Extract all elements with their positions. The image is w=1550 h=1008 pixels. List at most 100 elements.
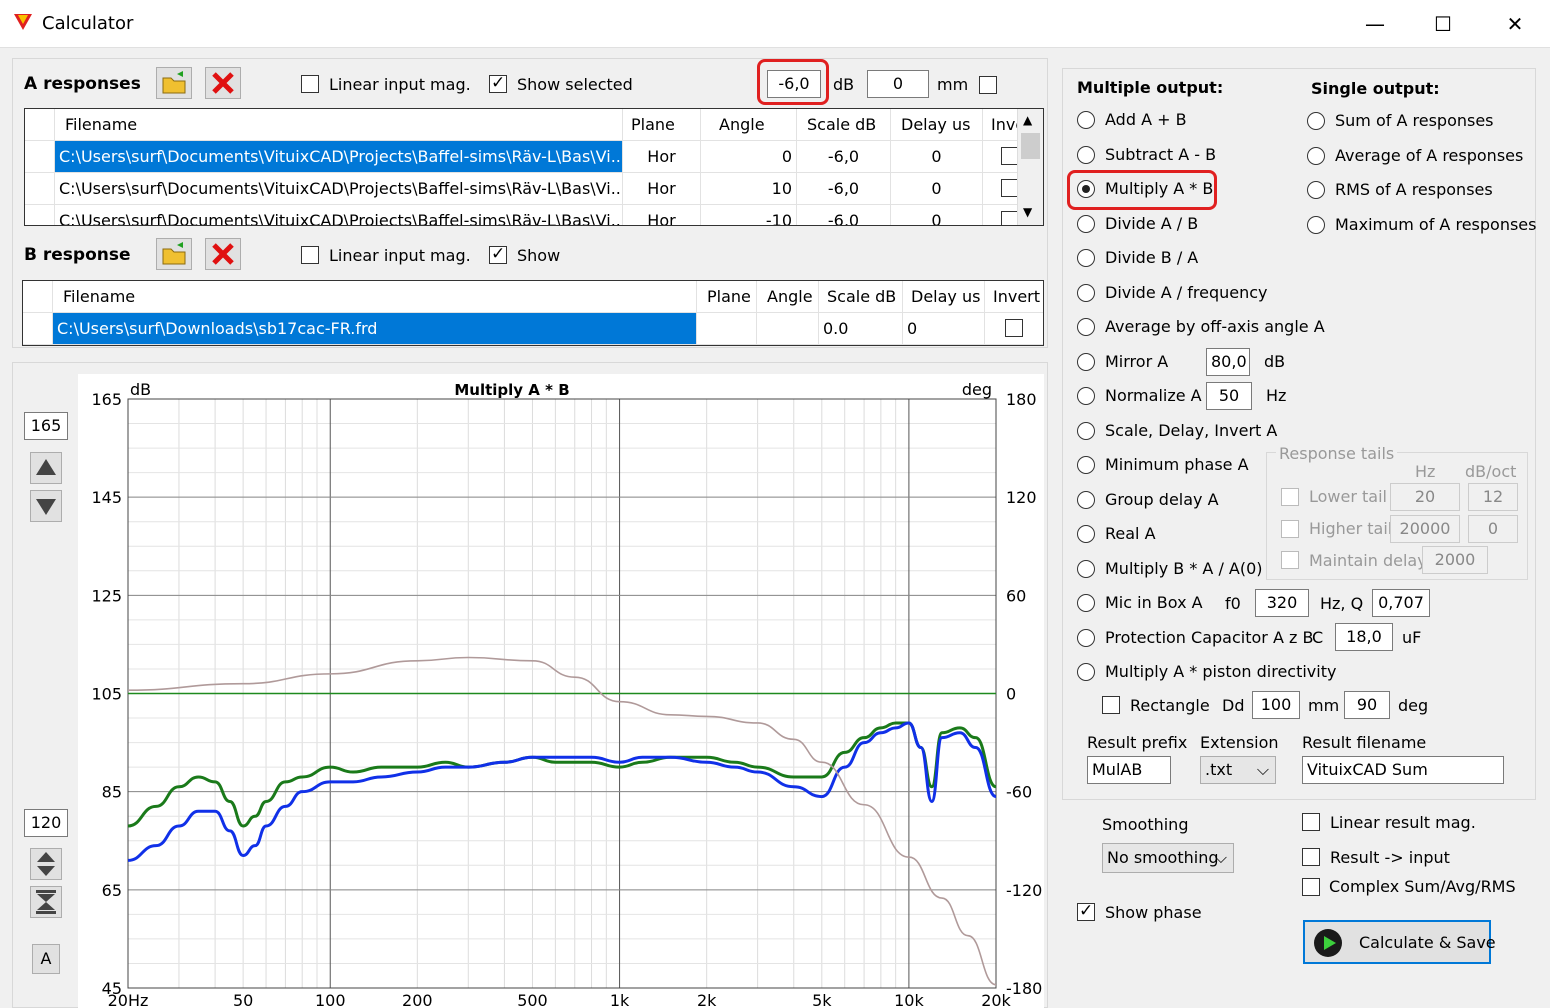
table-row-scale[interactable]: -6,0 bbox=[797, 141, 891, 173]
radio-mic-in-box-a[interactable] bbox=[1077, 594, 1095, 612]
deg-input[interactable]: 90 bbox=[1344, 691, 1390, 719]
table-row-delay[interactable]: 0 bbox=[891, 173, 983, 205]
table-row-filename[interactable]: C:\Users\surf\Documents\VituixCAD\Projec… bbox=[55, 205, 623, 225]
b-linear-input-checkbox[interactable] bbox=[301, 246, 319, 264]
radio-subtract-a-b[interactable] bbox=[1077, 145, 1095, 164]
row-header[interactable] bbox=[23, 313, 53, 345]
table-row-scale[interactable]: -6,0 bbox=[797, 173, 891, 205]
result-input-checkbox[interactable] bbox=[1302, 848, 1320, 866]
col-angle[interactable]: Angle bbox=[701, 109, 797, 141]
maintain-delay-checkbox[interactable] bbox=[1281, 551, 1299, 569]
radio-add-a-b[interactable] bbox=[1077, 111, 1095, 129]
scale-down-button[interactable] bbox=[30, 490, 62, 522]
col-filename[interactable]: Filename bbox=[53, 281, 697, 313]
scroll-thumb[interactable] bbox=[1021, 133, 1040, 159]
table-row-filename[interactable]: C:\Users\surf\Downloads\sb17cac-FR.frd bbox=[53, 313, 697, 345]
radio-maximum-of-a-responses[interactable] bbox=[1307, 215, 1325, 234]
maintain-delay-input[interactable]: 2000 bbox=[1422, 546, 1488, 574]
table-row-filename[interactable]: C:\Users\surf\Documents\VituixCAD\Projec… bbox=[55, 141, 623, 173]
radio-divide-a-frequency[interactable] bbox=[1077, 283, 1095, 302]
mic-f0-input[interactable]: 320 bbox=[1255, 589, 1309, 617]
b-show-checkbox[interactable] bbox=[489, 244, 507, 264]
a-open-folder-button[interactable] bbox=[156, 67, 192, 99]
col-filename[interactable]: Filename bbox=[55, 109, 623, 141]
col-plane[interactable]: Plane bbox=[623, 109, 701, 141]
a-linear-input-checkbox[interactable] bbox=[301, 75, 319, 93]
mirror-db-input[interactable]: 80,0 bbox=[1206, 348, 1250, 376]
radio-multiply-b-a-a-0-[interactable] bbox=[1077, 559, 1095, 578]
cap-c-input[interactable]: 18,0 bbox=[1335, 623, 1393, 651]
table-row-delay[interactable]: 0 bbox=[903, 313, 985, 345]
lower-tail-checkbox[interactable] bbox=[1281, 488, 1299, 506]
result-filename-input[interactable]: VituixCAD Sum bbox=[1302, 756, 1504, 784]
table-row-angle[interactable]: -10 bbox=[701, 205, 797, 225]
table-row-angle[interactable]: 10 bbox=[701, 173, 797, 205]
col-scale-db[interactable]: Scale dB bbox=[797, 109, 891, 141]
a-db-input[interactable]: -6,0 bbox=[767, 70, 821, 98]
b-remove-button[interactable] bbox=[205, 238, 241, 270]
radio-minimum-phase-a[interactable] bbox=[1077, 456, 1095, 474]
auto-scale-button[interactable]: A bbox=[32, 944, 60, 974]
higher-tail-db-input[interactable]: 0 bbox=[1468, 515, 1518, 543]
close-button[interactable]: ✕ bbox=[1492, 8, 1538, 40]
a-remove-button[interactable] bbox=[205, 67, 241, 99]
result-prefix-input[interactable]: MulAB bbox=[1087, 756, 1171, 784]
maximize-button[interactable]: ☐ bbox=[1420, 8, 1466, 40]
show-phase-checkbox[interactable] bbox=[1077, 901, 1095, 921]
table-row-scale[interactable]: 0.0 bbox=[819, 313, 903, 345]
radio-mirror-a[interactable] bbox=[1077, 352, 1095, 371]
a-responses-table[interactable]: Filename Plane Angle Scale dB Delay us I… bbox=[24, 108, 1044, 226]
expand-range-button[interactable] bbox=[30, 848, 62, 880]
table-row-plane[interactable]: Hor bbox=[623, 141, 701, 173]
scale-up-button[interactable] bbox=[30, 452, 62, 484]
mic-q-input[interactable]: 0,707 bbox=[1372, 589, 1430, 617]
row-header[interactable] bbox=[25, 173, 55, 205]
compress-range-button[interactable] bbox=[30, 886, 62, 918]
smoothing-select[interactable]: No smoothing ⌵ bbox=[1102, 843, 1234, 873]
a-mm-input[interactable]: 0 bbox=[867, 70, 929, 98]
b-response-table[interactable]: Filename Plane Angle Scale dB Delay us I… bbox=[22, 280, 1044, 346]
lower-tail-db-input[interactable]: 12 bbox=[1468, 483, 1518, 511]
table-row-invert[interactable] bbox=[985, 313, 1043, 345]
lower-tail-hz-input[interactable]: 20 bbox=[1390, 483, 1460, 511]
radio-group-delay-a[interactable] bbox=[1077, 490, 1095, 509]
row-header[interactable] bbox=[25, 205, 55, 225]
y-top-input[interactable]: 165 bbox=[24, 412, 68, 440]
col-invert[interactable]: Invert bbox=[985, 281, 1043, 313]
col-delay-us[interactable]: Delay us bbox=[903, 281, 985, 313]
complex-sum-checkbox[interactable] bbox=[1302, 878, 1320, 896]
dd-input[interactable]: 100 bbox=[1252, 691, 1300, 719]
scroll-up-icon[interactable]: ▲ bbox=[1023, 113, 1032, 127]
radio-divide-a-b[interactable] bbox=[1077, 214, 1095, 233]
calculate-save-button[interactable]: Calculate & Save bbox=[1303, 920, 1496, 964]
a-show-selected-checkbox[interactable] bbox=[489, 73, 507, 93]
invert-checkbox[interactable] bbox=[1005, 319, 1023, 337]
a-table-scrollbar[interactable]: ▲ ▼ bbox=[1017, 109, 1043, 225]
row-header[interactable] bbox=[25, 141, 55, 173]
col-plane[interactable]: Plane bbox=[697, 281, 757, 313]
table-row-angle[interactable]: 0 bbox=[701, 141, 797, 173]
higher-tail-hz-input[interactable]: 20000 bbox=[1390, 515, 1460, 543]
table-row-plane[interactable]: Hor bbox=[623, 205, 701, 225]
table-row-delay[interactable]: 0 bbox=[891, 141, 983, 173]
normalize-hz-input[interactable]: 50 bbox=[1206, 382, 1252, 410]
radio-real-a[interactable] bbox=[1077, 525, 1095, 543]
y-range-input[interactable]: 120 bbox=[24, 809, 68, 837]
radio-average-of-a-responses[interactable] bbox=[1307, 146, 1325, 165]
table-row-plane[interactable] bbox=[697, 313, 757, 345]
radio-scale-delay-invert-a[interactable] bbox=[1077, 421, 1095, 440]
radio-average-by-off-axis-angle-a[interactable] bbox=[1077, 318, 1095, 336]
extension-select[interactable]: .txt ⌵ bbox=[1200, 756, 1276, 784]
frequency-response-chart[interactable]: 20Hz 50 100 200 500 1k 2k 5k 10k 20k1651451251058… bbox=[78, 374, 1044, 1008]
col-delay-us[interactable]: Delay us bbox=[891, 109, 983, 141]
a-invert-all-checkbox[interactable] bbox=[979, 76, 997, 94]
linear-result-checkbox[interactable] bbox=[1302, 813, 1320, 831]
table-row-delay[interactable]: 0 bbox=[891, 205, 983, 225]
radio-multiply-a-piston-directivity[interactable] bbox=[1077, 663, 1095, 681]
radio-sum-of-a-responses[interactable] bbox=[1307, 112, 1325, 130]
col-scale-db[interactable]: Scale dB bbox=[819, 281, 903, 313]
table-row-angle[interactable] bbox=[757, 313, 819, 345]
rectangle-checkbox[interactable] bbox=[1102, 696, 1120, 714]
radio-normalize-a[interactable] bbox=[1077, 387, 1095, 405]
higher-tail-checkbox[interactable] bbox=[1281, 520, 1299, 538]
